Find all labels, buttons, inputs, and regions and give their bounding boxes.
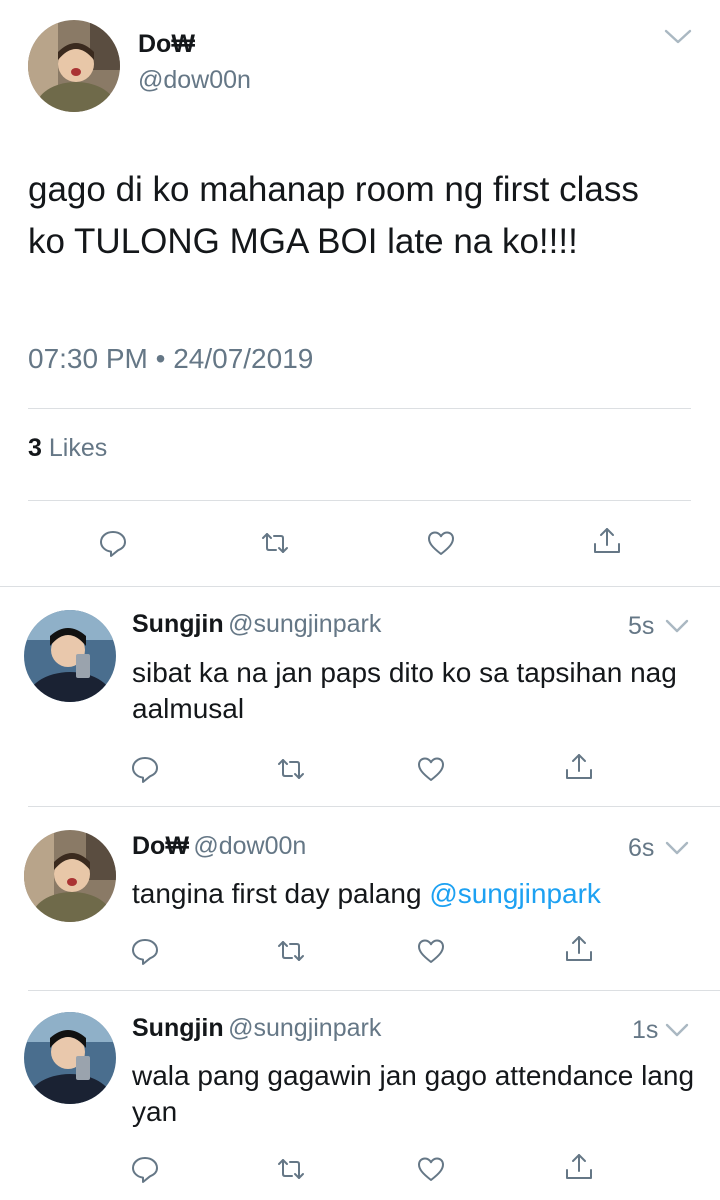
author-handle[interactable]: @dow00n xyxy=(138,66,251,95)
author-name[interactable]: Sungjin xyxy=(132,1014,224,1042)
share-icon[interactable] xyxy=(562,932,596,966)
likes-count-link[interactable]: 3 Likes xyxy=(28,434,107,463)
share-icon[interactable] xyxy=(562,1150,596,1184)
author-name[interactable]: Sungjin xyxy=(132,610,224,638)
likes-count: 3 xyxy=(28,434,42,462)
reply-time: 1s xyxy=(632,1016,659,1044)
divider xyxy=(28,500,691,501)
reply-text: wala pang gagawin jan gago attendance la… xyxy=(132,1060,695,1127)
retweet-icon[interactable] xyxy=(274,1152,308,1186)
author-handle[interactable]: @dow00n xyxy=(193,832,306,860)
heart-icon[interactable] xyxy=(414,752,448,786)
reply-time: 6s xyxy=(628,834,655,862)
reply-text-content: tangina first day palang xyxy=(132,878,430,909)
reply-icon[interactable] xyxy=(128,1152,162,1186)
likes-label: Likes xyxy=(48,434,108,462)
reply-header: Do₩ @dow00n xyxy=(132,832,306,861)
tweet-timestamp: 07:30 PM • 24/07/2019 xyxy=(28,343,314,374)
author-name[interactable]: Do₩ xyxy=(138,30,195,59)
retweet-icon[interactable] xyxy=(274,934,308,968)
reply-header: Sungjin @sungjinpark xyxy=(132,610,381,639)
avatar[interactable] xyxy=(24,830,116,922)
chevron-down-icon[interactable] xyxy=(660,22,696,50)
chevron-down-icon[interactable] xyxy=(662,1018,692,1042)
reply-icon[interactable] xyxy=(96,526,130,560)
divider xyxy=(28,990,720,991)
author-handle[interactable]: @sungjinpark xyxy=(228,1014,381,1042)
thread-divider xyxy=(0,586,720,587)
author-handle[interactable]: @sungjinpark xyxy=(228,610,381,638)
share-icon[interactable] xyxy=(562,750,596,784)
mention-link[interactable]: @sungjinpark xyxy=(429,878,601,909)
reply-icon[interactable] xyxy=(128,934,162,968)
divider xyxy=(28,806,720,807)
heart-icon[interactable] xyxy=(424,526,458,560)
reply-time: 5s xyxy=(628,612,655,640)
avatar[interactable] xyxy=(28,20,120,112)
retweet-icon[interactable] xyxy=(274,752,308,786)
chevron-down-icon[interactable] xyxy=(662,614,692,638)
reply-text: tangina first day palang @sungjinpark xyxy=(132,876,692,912)
share-icon[interactable] xyxy=(590,524,624,558)
retweet-icon[interactable] xyxy=(258,526,292,560)
reply-text: sibat ka na jan paps dito ko sa tapsihan… xyxy=(132,657,677,724)
reply-header: Sungjin @sungjinpark xyxy=(132,1014,381,1043)
heart-icon[interactable] xyxy=(414,934,448,968)
avatar[interactable] xyxy=(24,610,116,702)
chevron-down-icon[interactable] xyxy=(662,836,692,860)
reply-icon[interactable] xyxy=(128,752,162,786)
avatar[interactable] xyxy=(24,1012,116,1104)
tweet-text: gago di ko mahanap room ng first class k… xyxy=(28,170,639,261)
author-name[interactable]: Do₩ xyxy=(132,832,189,860)
divider xyxy=(28,408,691,409)
heart-icon[interactable] xyxy=(414,1152,448,1186)
